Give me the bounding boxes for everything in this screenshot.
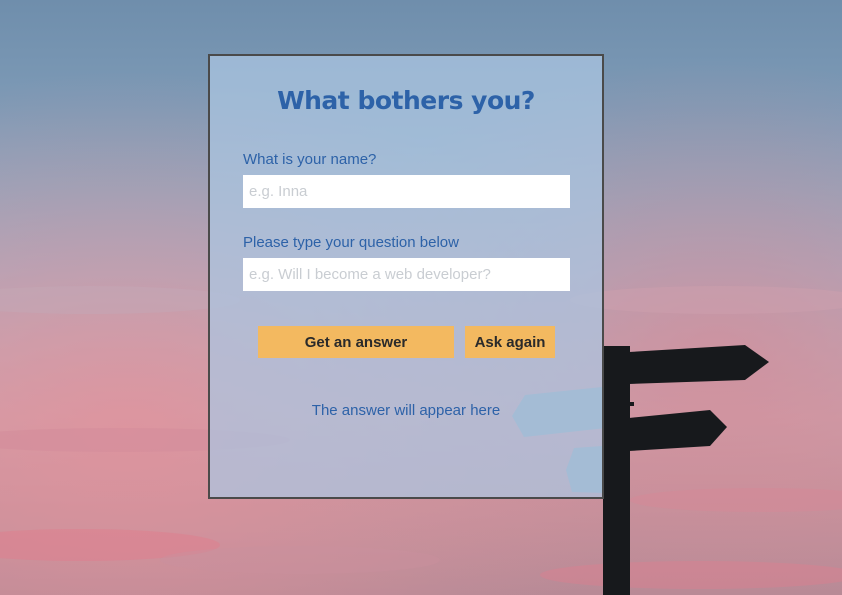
question-card: What bothers you? What is your name? Ple…	[208, 54, 604, 499]
ask-again-button[interactable]: Ask again	[465, 326, 555, 358]
answer-text: The answer will appear here	[311, 402, 501, 419]
question-label: Please type your question below	[243, 234, 459, 251]
get-answer-button[interactable]: Get an answer	[258, 326, 454, 358]
question-input[interactable]	[243, 258, 570, 291]
page-title: What bothers you?	[277, 86, 535, 115]
name-label: What is your name?	[243, 151, 377, 168]
name-input[interactable]	[243, 175, 570, 208]
